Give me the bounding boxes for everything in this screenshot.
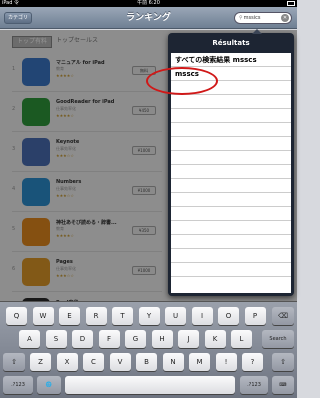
empty-row xyxy=(171,207,291,221)
key-w[interactable]: W xyxy=(32,307,54,325)
battery-icon xyxy=(287,1,295,6)
key-d[interactable]: D xyxy=(72,330,93,348)
empty-row xyxy=(171,193,291,207)
space-bar[interactable] xyxy=(65,376,235,394)
key-a[interactable]: A xyxy=(19,330,40,348)
key-t[interactable]: T xyxy=(112,307,133,325)
shift-key-left[interactable]: ⇧ xyxy=(3,353,25,371)
numbers-key-right[interactable]: .?123 xyxy=(240,376,268,394)
key-h[interactable]: H xyxy=(151,330,173,348)
key-s[interactable]: S xyxy=(45,330,67,348)
highlight-annotation xyxy=(146,67,218,95)
clear-search-icon[interactable]: ✕ xyxy=(281,14,289,22)
search-input[interactable]: ⚲mssics ✕ xyxy=(234,12,292,24)
key-y[interactable]: Y xyxy=(138,307,160,325)
empty-row xyxy=(171,221,291,235)
keyboard: Q W E R T Y U I O P ⌫ A S D F G H J K L Search ⇧ Z X C V B N M!? ⇧ .?1… xyxy=(0,301,297,398)
hide-keyboard-icon[interactable]: ⌨ xyxy=(272,376,294,394)
navigation-bar: カテゴリ ランキング ⚲mssics ✕ xyxy=(0,7,297,29)
key-l[interactable]: L xyxy=(231,330,252,348)
key-u[interactable]: U xyxy=(165,307,186,325)
key-j[interactable]: J xyxy=(178,330,199,348)
empty-row xyxy=(171,95,291,109)
key-x[interactable]: X xyxy=(56,353,78,371)
empty-row xyxy=(171,249,291,263)
empty-row xyxy=(171,151,291,165)
delete-key[interactable]: ⌫ xyxy=(272,307,294,325)
key-v[interactable]: V xyxy=(109,353,131,371)
search-key[interactable]: Search xyxy=(262,330,294,348)
key-c[interactable]: C xyxy=(83,353,104,371)
search-input-value: mssics xyxy=(243,15,261,21)
key-o[interactable]: O xyxy=(218,307,239,325)
key-r[interactable]: R xyxy=(85,307,107,325)
numbers-key-left[interactable]: .?123 xyxy=(3,376,33,394)
empty-row xyxy=(171,165,291,179)
shift-key-right[interactable]: ⇧ xyxy=(272,353,294,371)
popover-title: Résultats xyxy=(212,39,250,47)
key-m[interactable]: M xyxy=(189,353,210,371)
key-exclamation[interactable]: ! xyxy=(215,353,237,371)
key-k[interactable]: K xyxy=(204,330,226,348)
globe-icon[interactable]: 🌐 xyxy=(37,376,61,394)
key-question[interactable]: ? xyxy=(242,353,263,371)
status-bar: iPad 令 午前 6:20 xyxy=(0,0,297,7)
key-q[interactable]: Q xyxy=(6,307,27,325)
empty-row xyxy=(171,123,291,137)
key-f[interactable]: F xyxy=(98,330,120,348)
all-results-row[interactable]: すべての検索結果 msscs xyxy=(171,53,291,67)
empty-row xyxy=(171,263,291,277)
search-icon: ⚲ xyxy=(239,15,243,21)
empty-row xyxy=(171,235,291,249)
key-b[interactable]: B xyxy=(136,353,157,371)
key-g[interactable]: G xyxy=(125,330,146,348)
empty-row xyxy=(171,109,291,123)
empty-row xyxy=(171,179,291,193)
popover-arrow xyxy=(252,29,262,34)
key-p[interactable]: P xyxy=(244,307,266,325)
key-n[interactable]: N xyxy=(162,353,184,371)
status-time: 午前 6:20 xyxy=(137,0,160,6)
empty-row xyxy=(171,137,291,151)
key-z[interactable]: Z xyxy=(30,353,51,371)
key-e[interactable]: E xyxy=(59,307,80,325)
key-i[interactable]: I xyxy=(191,307,213,325)
